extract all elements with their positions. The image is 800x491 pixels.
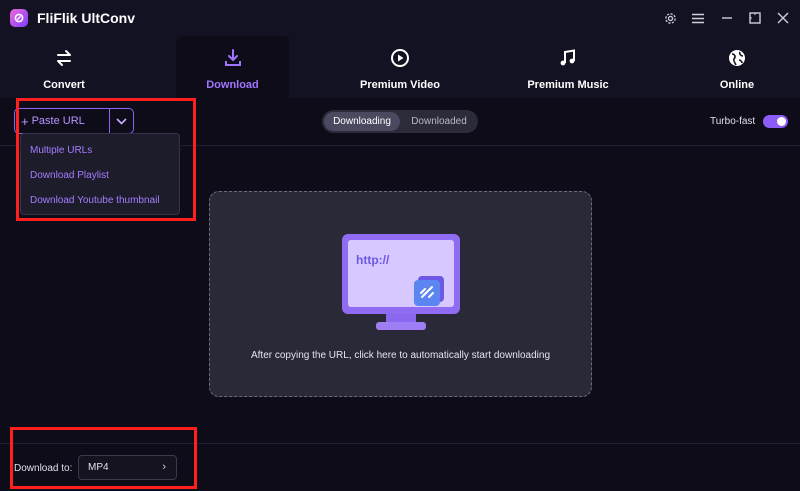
highlight-box-paste-url [16,98,196,221]
segment-downloading[interactable]: Downloading [324,112,400,131]
maximize-icon[interactable] [747,10,763,26]
download-icon [223,46,243,70]
convert-arrows-icon [54,46,74,70]
tab-download[interactable]: Download [176,36,289,98]
music-note-icon [558,46,578,70]
paste-url-dropzone[interactable]: http:// After copying the URL, click her… [209,191,592,397]
minimize-icon[interactable] [719,10,735,26]
app-logo-icon [10,9,28,27]
tab-premium-video[interactable]: Premium Video [340,36,460,98]
turbo-fast-label: Turbo-fast [710,116,756,127]
tab-label: Download [206,79,259,91]
segment-downloaded[interactable]: Downloaded [402,112,476,131]
download-status-segmented-control: Downloading Downloaded [322,110,478,133]
settings-gear-icon[interactable] [662,10,678,26]
globe-icon [727,46,747,70]
monitor-url-illustration-icon: http:// [342,234,460,330]
turbo-fast-toggle[interactable] [763,115,788,128]
dropzone-hint: After copying the URL, click here to aut… [250,350,551,361]
tab-label: Premium Video [360,79,440,91]
tab-label: Online [719,79,755,91]
main-nav: Convert Download Premium Video Premium M… [0,36,800,98]
tab-convert[interactable]: Convert [14,36,114,98]
menu-icon[interactable] [690,10,706,26]
highlight-box-download-to [10,427,197,489]
tab-premium-music[interactable]: Premium Music [508,36,628,98]
close-icon[interactable] [775,10,791,26]
tab-label: Premium Music [527,79,609,91]
url-text: http:// [356,253,390,267]
tab-online[interactable]: Online [687,36,787,98]
toggle-knob [777,117,786,126]
app-title: FliFlik UltConv [37,10,135,26]
tab-label: Convert [43,79,85,91]
play-circle-icon [390,46,410,70]
title-bar: FliFlik UltConv [0,0,800,36]
